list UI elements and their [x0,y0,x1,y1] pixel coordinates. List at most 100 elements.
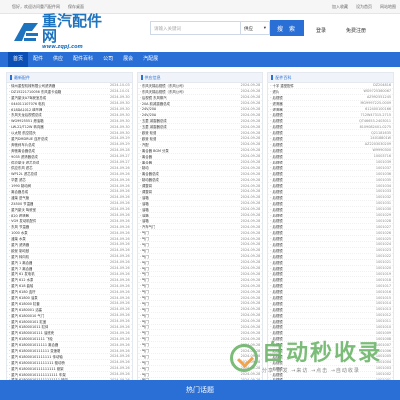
list-item-title: · 后视镜 [270,248,283,253]
list-item-meta: 2024-09-26 [109,165,130,170]
list-item-meta: 2024-09-28 [240,142,261,147]
list-item-title: · 奔驰离合器总成 [9,148,35,153]
list-item-title: · 离合器总成 [139,172,159,177]
list-item-meta: 1001021 [375,260,392,265]
list-item-meta: 2024-10-01 [109,89,130,94]
list-item-title: · 重汽 6180001 活塞 [9,307,42,312]
list-item-meta: 2024-09-30 [109,95,130,100]
list-item-meta: 1001024 [375,242,392,247]
nav-item-auto-expo[interactable]: 汽配展 [138,52,163,67]
add-favorite-link[interactable]: 加入收藏 [332,4,348,10]
list-item-title: · 欧曼 轮毂 [139,131,157,136]
nav-item-wiki[interactable]: 配件百科 [68,52,98,67]
list-item-title: · 重汽 1 离合器 [9,260,33,265]
list-item-meta: 2024-09-28 [240,112,261,117]
list-item-title: · 气门 [139,349,149,354]
welcome-text: 您好，欢迎访问重汽配件网 [12,3,60,9]
list-item-meta: 2024-10-03 [109,83,130,88]
register-link[interactable]: 免费注册 [346,27,366,34]
list-item-title: · 后视镜 [270,189,283,194]
list-item-title: · 044011107076 电机 [9,101,45,106]
list-item-title: · 气门 [139,372,149,377]
list-item-title: · 气门 [139,231,149,236]
list-item-meta: 2024-09-26 [109,366,130,371]
list-item-title: · 后视镜 [270,148,283,153]
list-item-title: · 东风 节温器 [9,225,30,230]
list-item-title: · 油箱 [139,207,149,212]
list-item-title: · 气门 [139,313,149,318]
list-item-title: · 重汽 6180001011 缸体 [9,325,49,330]
sitemap-link[interactable]: 网站地图 [380,4,396,10]
list-item-meta: 2024-09-26 [109,319,130,324]
list-item-title: · 滤清器 [270,107,283,112]
list-item-title: · Z4500 节温器 [9,201,34,206]
list-item-meta: 2024-09-26 [109,295,130,300]
column-title: 最新配件 [7,73,132,83]
list-item-title: · 东风天锦后视镜（东风公司） [139,83,186,88]
list-item-title: · 油箱 [139,201,149,206]
nav-item-home[interactable]: 首页 [8,52,29,67]
list-item-meta: 2024-09-30 [109,107,130,111]
list-item-title: · 后视镜 [270,296,283,301]
list-item-title: · 后视镜 [270,113,283,118]
list-item-meta: 24018801W [370,136,392,141]
list-item-meta: Q21181635 [371,130,392,135]
list-item-meta: 1001016 [375,289,392,294]
list-item-meta: 1001026 [375,230,392,235]
search-button[interactable]: 搜 索 [270,20,304,36]
list-item-title: · 后视镜 [270,290,283,295]
logo-text: 重汽配件网 www.zqpj.com [42,14,112,51]
list-item-title: · VG9 发动机配件 [9,219,37,224]
search-bar: 请输入关键词 供应 ▾ 搜 索 [150,20,304,36]
list-item-title: · 重汽 6180001011111111 驱动桥 [9,360,65,365]
list-item-title: · 奔驰刹车片总成 [9,142,35,147]
list-item-title: · 气门 [139,260,149,265]
list-item-title: · 供应东风 滤芯 [9,166,33,171]
top-bar-left: 您好，欢迎访问重汽配件网 保存桌面 [12,4,84,10]
list-item-title: · 重汽 618 曲轴 [9,284,34,289]
list-item-meta: AZ2203030209 [364,142,392,147]
login-link[interactable]: 登录 [316,27,326,34]
list-item-title: · 24V/20A [139,107,157,111]
nav-item-expo[interactable]: 展会 [118,52,138,67]
list-item-meta: 2024-09-26 [109,348,130,353]
list-item-meta: 2024-09-28 [240,130,261,135]
nav-item-supply[interactable]: 供应 [48,52,68,67]
list-item-title: · 后视镜 [270,284,283,289]
nav-item-parts[interactable]: 配件 [28,52,48,67]
list-item-meta: 2024-09-28 [240,207,261,212]
nav-item-company[interactable]: 公司 [98,52,118,67]
logo-icon [12,21,40,43]
list-item-meta: 1001012 [375,313,392,318]
list-item-meta: 2024-09-28 [240,301,261,306]
list-item-title: · 气门 [139,266,149,271]
list-item-meta: 2024-09-27 [109,154,130,159]
list-item-title: · 后视镜 [270,237,283,242]
list-item-title: · 气门 [139,354,149,359]
list-item-title: · 重汽 618000 缸套 [9,301,40,306]
list-item-title: · 后视镜 [270,313,283,318]
watermark-title: 自动秒收录 [262,340,383,366]
list-item-meta: 2024-09-26 [109,189,130,194]
site-logo[interactable]: 重汽配件网 www.zqpj.com [12,14,112,50]
list-item-title: · 潍柴 水泵 [9,237,26,242]
list-item-meta: 1001027 [375,224,392,229]
list-item-title: · 重汽 7 离合器 [9,266,33,271]
list-item-meta: 2024-09-28 [240,124,261,129]
list-item-meta: QT46653-2403011 [359,118,392,123]
list-item-meta: 2024-09-26 [109,242,130,247]
list-item-meta: 2024-09-28 [240,118,261,123]
list-item-meta: 612400100166 [365,107,392,111]
set-homepage-link[interactable]: 设为首页 [356,4,372,10]
list-item-title: · 重汽DMDRUE 连杆总成 [9,136,48,141]
list-item-meta: 1001036 [375,171,392,176]
list-item-meta: 2024-09-26 [109,342,130,347]
list-item-meta: 2024-09-26 [109,271,130,276]
search-category-select[interactable]: 供应 ▾ [240,21,270,35]
list-item-meta: WG9725360067 [363,89,392,94]
list-item-title: · 重汽 6180 连杆 [9,290,36,295]
list-item-title: · 后视镜 [270,95,283,100]
list-item-title: · 重汽 618000101 缸盖 [9,319,47,324]
save-desktop-link[interactable]: 保存桌面 [68,4,84,10]
search-input[interactable]: 请输入关键词 [150,21,240,35]
